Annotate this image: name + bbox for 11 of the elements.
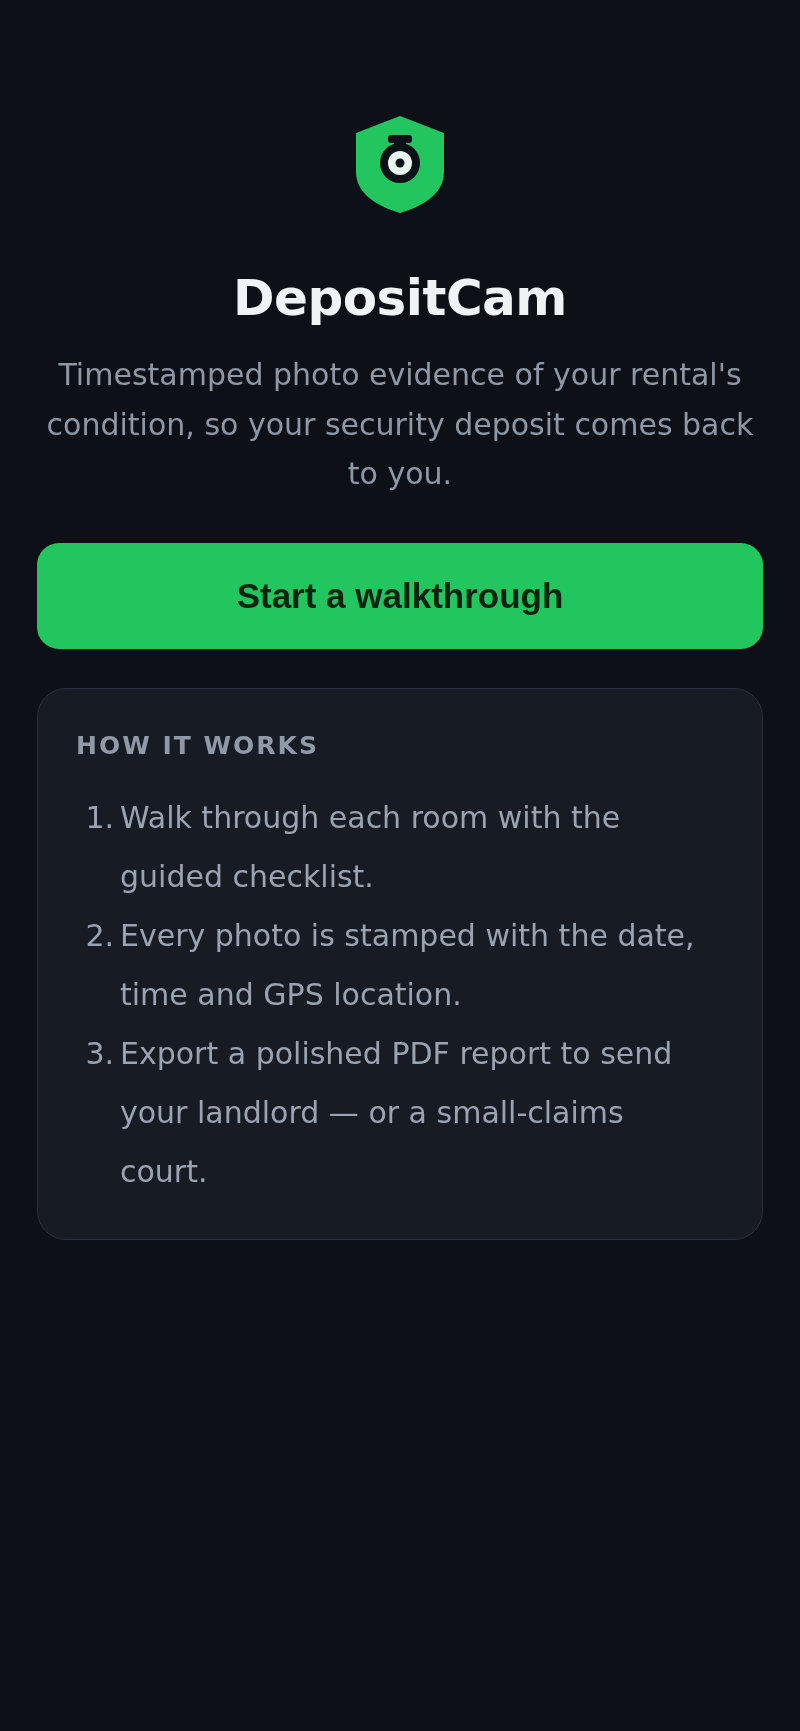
section-heading: HOW IT WORKS [76, 730, 320, 761]
app-title: DepositCam [233, 268, 567, 328]
tagline-text: Timestamped photo evidence of your rental's condition, so your security deposit comes back to you. [45, 356, 755, 494]
step-text: Walk through each room with the guided checklist. [120, 798, 622, 896]
step-number: 3. [84, 1034, 114, 1073]
step-number: 2. [84, 916, 114, 955]
step-number: 1. [84, 798, 114, 837]
shield-camera-icon [356, 116, 444, 213]
step-text: Every photo is stamped with the date, time and GPS location. [120, 916, 696, 1014]
start-walkthrough-button[interactable]: Start a walkthrough [37, 542, 763, 649]
step-text: Export a polished PDF report to send your landlord — or a small-claims court. [120, 1034, 674, 1191]
